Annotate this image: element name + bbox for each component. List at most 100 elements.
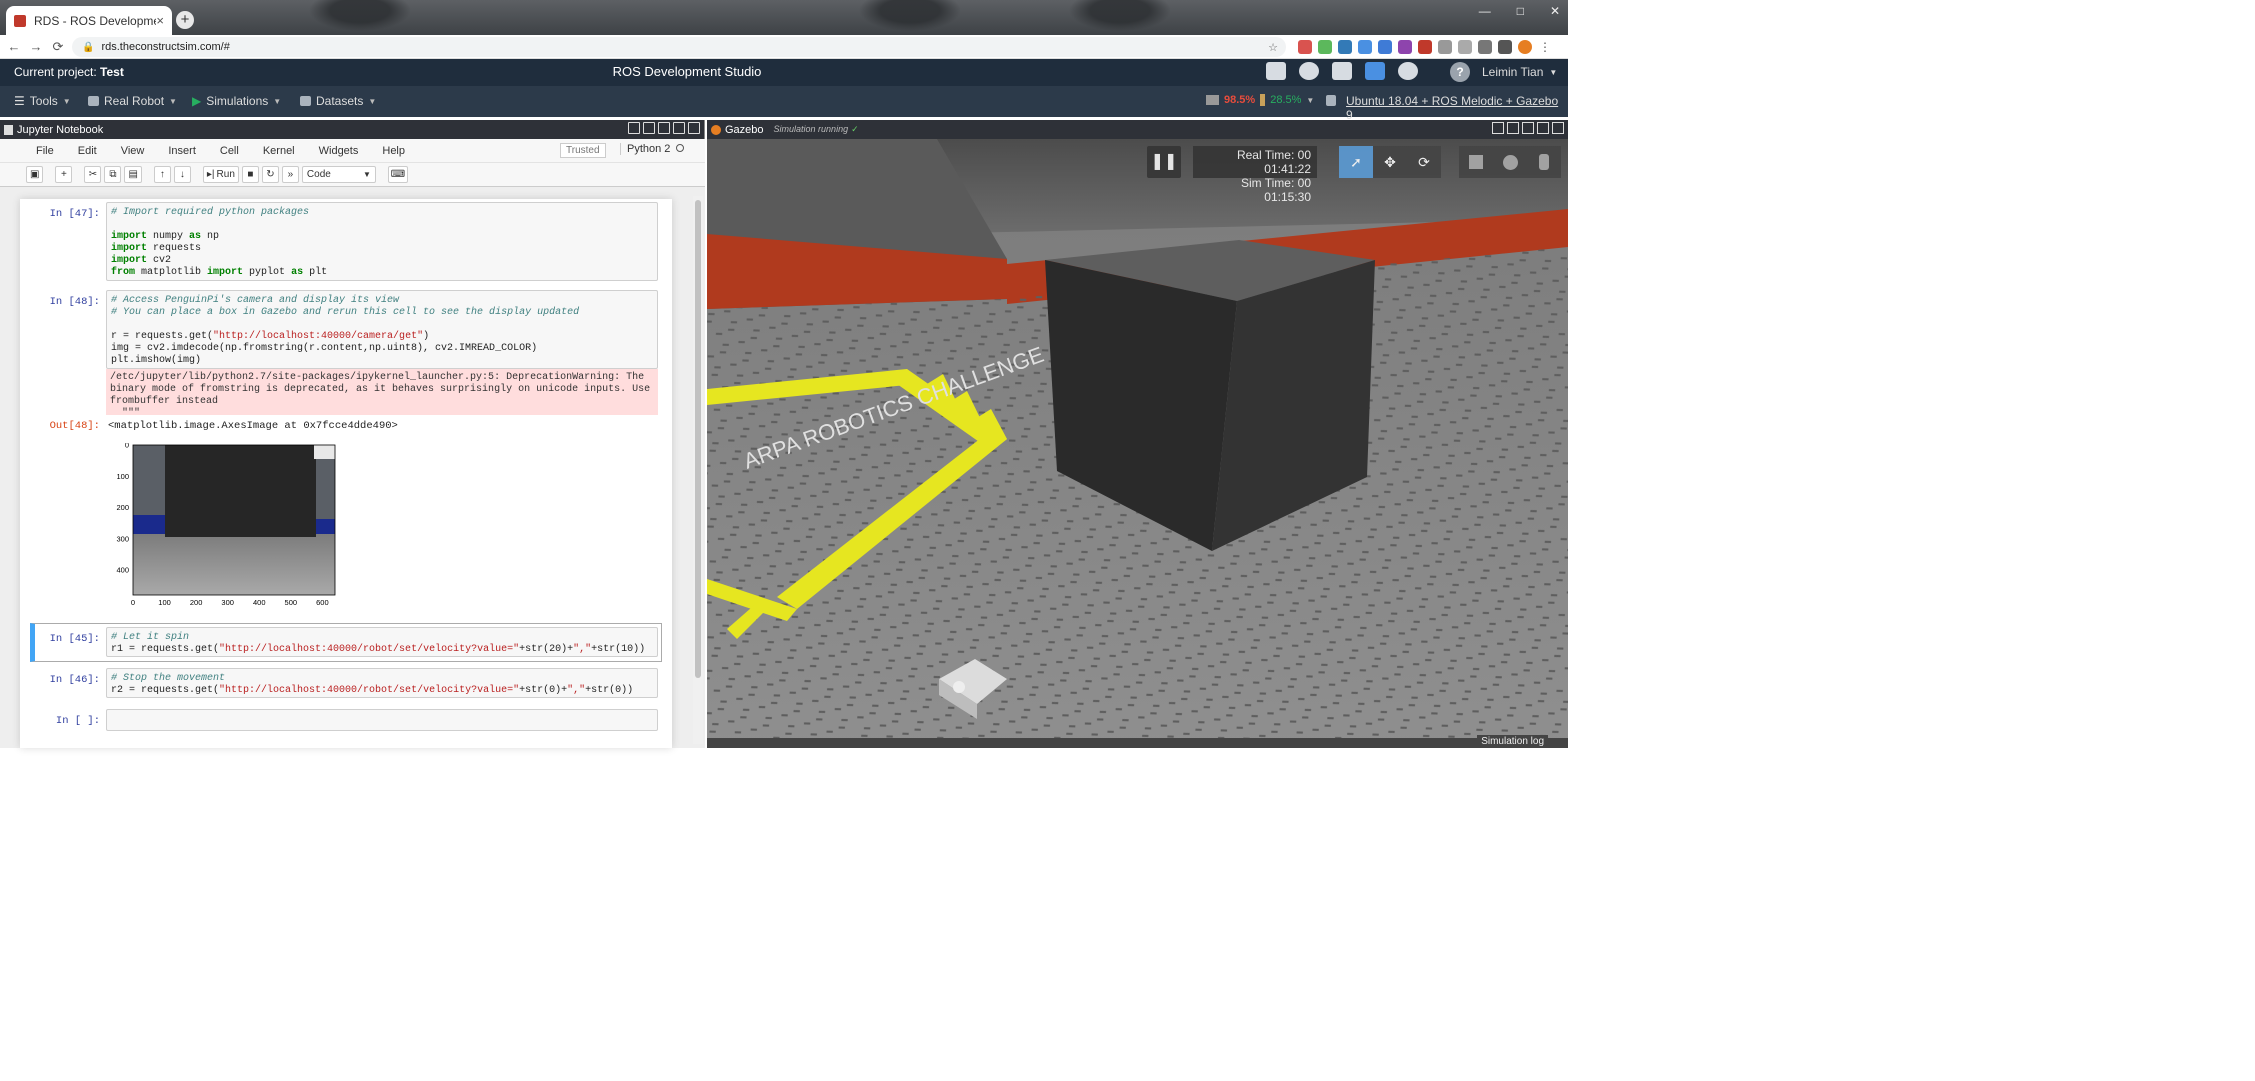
step-icon: ▸| bbox=[206, 169, 215, 180]
scrollbar-thumb[interactable] bbox=[695, 200, 701, 678]
minimize-icon[interactable] bbox=[658, 122, 670, 134]
notebook-scrollbar[interactable] bbox=[693, 196, 703, 744]
refresh-icon[interactable] bbox=[643, 122, 655, 134]
back-icon[interactable]: ← bbox=[6, 39, 22, 54]
code-cell-45[interactable]: # Let it spin r1 = requests.get("http://… bbox=[106, 627, 658, 657]
address-bar[interactable]: 🔒 rds.theconstructsim.com/# ☆ bbox=[72, 37, 1286, 57]
interrupt-button[interactable]: ■ bbox=[241, 166, 259, 183]
resource-stats[interactable]: 98.5% 28.5% ▼ bbox=[1206, 94, 1314, 106]
select-mode-button[interactable]: ➚ bbox=[1339, 146, 1373, 178]
forward-icon[interactable]: → bbox=[28, 39, 44, 54]
paste-button[interactable]: ▤ bbox=[124, 166, 142, 183]
more-menu-icon[interactable]: ⋮ bbox=[1538, 40, 1552, 54]
menu-cell[interactable]: Cell bbox=[220, 145, 239, 157]
cut-button[interactable]: ✂ bbox=[84, 166, 102, 183]
extension-icon[interactable] bbox=[1458, 40, 1472, 54]
menu-kernel[interactable]: Kernel bbox=[263, 145, 295, 157]
extension-icon[interactable] bbox=[1318, 40, 1332, 54]
page-title: ROS Development Studio bbox=[612, 64, 762, 79]
extension-icon[interactable] bbox=[1398, 40, 1412, 54]
code-cell-46[interactable]: # Stop the movement r2 = requests.get("h… bbox=[106, 668, 658, 698]
clock-icon[interactable] bbox=[1398, 62, 1418, 80]
pdf-extension-icon[interactable] bbox=[1418, 40, 1432, 54]
sphere-shape-button[interactable] bbox=[1493, 146, 1527, 178]
minimize-icon[interactable] bbox=[1522, 122, 1534, 134]
panel-title: Jupyter Notebook bbox=[17, 123, 104, 136]
move-down-button[interactable]: ↓ bbox=[173, 166, 191, 183]
gazebo-3d-viewport[interactable]: ARPA ROBOTICS CHALLENGE bbox=[707, 139, 1568, 748]
memory-usage: 28.5% bbox=[1270, 94, 1302, 106]
bookmark-star-icon[interactable]: ☆ bbox=[1268, 41, 1278, 54]
close-icon[interactable] bbox=[688, 122, 700, 134]
menu-view[interactable]: View bbox=[121, 145, 145, 157]
insert-cell-button[interactable]: + bbox=[55, 166, 73, 183]
reload-icon[interactable]: ⟳ bbox=[50, 39, 66, 55]
menu-help[interactable]: Help bbox=[382, 145, 405, 157]
box-shape-button[interactable] bbox=[1459, 146, 1493, 178]
background-decoration bbox=[1060, 0, 1180, 35]
detach-icon[interactable] bbox=[628, 122, 640, 134]
jupyter-panel-header: Jupyter Notebook bbox=[0, 120, 704, 139]
chevron-down-icon: ▼ bbox=[362, 170, 371, 179]
datasets-menu[interactable]: Datasets ▼ bbox=[300, 94, 376, 108]
profile-avatar-icon[interactable] bbox=[1518, 40, 1532, 54]
lock-icon: 🔒 bbox=[82, 41, 95, 53]
environment-link[interactable]: Ubuntu 18.04 + ROS Melodic + Gazebo 9 bbox=[1346, 94, 1568, 122]
restart-run-all-button[interactable]: » bbox=[281, 166, 299, 183]
chat-icon[interactable] bbox=[1365, 62, 1385, 80]
simulation-log-tab[interactable]: Simulation log bbox=[1477, 735, 1548, 748]
cell-type-select[interactable]: Code ▼ bbox=[301, 166, 376, 183]
move-up-button[interactable]: ↑ bbox=[153, 166, 171, 183]
rds-header: Current project: Test ROS Development St… bbox=[0, 59, 1568, 86]
cylinder-shape-button[interactable] bbox=[1527, 146, 1561, 178]
minimize-button[interactable]: — bbox=[1479, 4, 1491, 18]
command-palette-button[interactable]: ⌨ bbox=[387, 166, 408, 183]
extension-icon[interactable] bbox=[1338, 40, 1352, 54]
code-cell-48[interactable]: # Access PenguinPi's camera and display … bbox=[106, 290, 658, 369]
chevron-down-icon: ▼ bbox=[62, 96, 71, 106]
new-tab-button[interactable]: + bbox=[176, 11, 194, 29]
plot-floor bbox=[133, 534, 335, 595]
menu-edit[interactable]: Edit bbox=[78, 145, 97, 157]
cell-prompt: In [45]: bbox=[49, 633, 100, 645]
extension-icon[interactable] bbox=[1438, 40, 1452, 54]
close-icon[interactable] bbox=[1552, 122, 1564, 134]
save-icon[interactable] bbox=[1266, 62, 1286, 80]
extension-icon[interactable] bbox=[1378, 40, 1392, 54]
pause-button[interactable]: ❚❚ bbox=[1147, 146, 1181, 178]
close-window-button[interactable]: ✕ bbox=[1550, 4, 1560, 18]
extension-icon[interactable] bbox=[1298, 40, 1312, 54]
refresh-icon[interactable] bbox=[1507, 122, 1519, 134]
restart-button[interactable]: ↻ bbox=[261, 166, 279, 183]
tab-close-icon[interactable]: × bbox=[156, 13, 164, 28]
menu-widgets[interactable]: Widgets bbox=[319, 145, 359, 157]
save-button[interactable]: ▣ bbox=[26, 166, 44, 183]
globe-icon[interactable] bbox=[1299, 62, 1319, 80]
maximize-icon[interactable] bbox=[673, 122, 685, 134]
simulations-menu[interactable]: ▶ Simulations ▼ bbox=[192, 94, 281, 108]
chevron-down-icon: ▼ bbox=[1549, 67, 1558, 77]
trusted-badge[interactable]: Trusted bbox=[560, 143, 606, 158]
puzzle-icon[interactable] bbox=[1498, 40, 1512, 54]
extension-icon[interactable] bbox=[1358, 40, 1372, 54]
simulation-status: Simulation running ✓ bbox=[774, 124, 859, 135]
tools-menu[interactable]: ☰ Tools ▼ bbox=[14, 94, 71, 108]
empty-code-cell[interactable] bbox=[106, 709, 658, 731]
graduation-cap-icon[interactable] bbox=[1332, 62, 1352, 80]
browser-toolbar: ← → ⟳ 🔒 rds.theconstructsim.com/# ☆ ⋮ bbox=[0, 35, 1568, 59]
browser-tab[interactable]: RDS - ROS Development Studio × bbox=[6, 6, 172, 35]
menu-file[interactable]: File bbox=[36, 145, 54, 157]
menu-insert[interactable]: Insert bbox=[168, 145, 196, 157]
help-avatar-icon[interactable]: ? bbox=[1450, 62, 1470, 82]
rotate-mode-button[interactable]: ⟳ bbox=[1407, 146, 1441, 178]
run-button[interactable]: ▸| Run bbox=[202, 166, 239, 183]
real-robot-menu[interactable]: Real Robot ▼ bbox=[88, 94, 177, 108]
translate-mode-button[interactable]: ✥ bbox=[1373, 146, 1407, 178]
copy-button[interactable]: ⧉ bbox=[104, 166, 122, 183]
code-cell-47[interactable]: # Import required python packages import… bbox=[106, 202, 658, 281]
detach-icon[interactable] bbox=[1492, 122, 1504, 134]
user-menu[interactable]: ? Leimin Tian ▼ bbox=[1450, 62, 1557, 82]
maximize-icon[interactable] bbox=[1537, 122, 1549, 134]
maximize-button[interactable]: □ bbox=[1517, 4, 1524, 18]
extension-icon[interactable] bbox=[1478, 40, 1492, 54]
